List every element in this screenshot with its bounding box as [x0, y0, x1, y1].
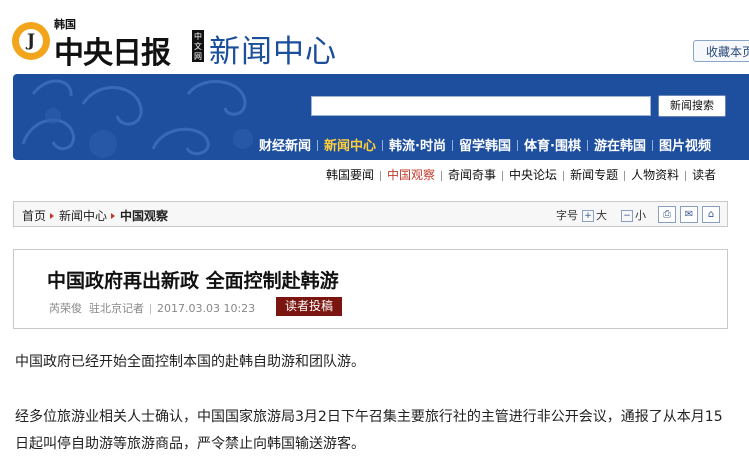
- site-logo[interactable]: J 韩国 中央日报 中文网 新闻中心: [12, 18, 352, 71]
- logo-cn-tag: 中文网: [192, 30, 204, 62]
- bookmark-button[interactable]: 收藏本页: [693, 40, 749, 62]
- breadcrumb-current[interactable]: 中国观察: [120, 209, 168, 223]
- article-datetime: 2017.03.03 10:23: [157, 302, 256, 315]
- logo-wordmark: 中央日报: [54, 36, 171, 71]
- minus-icon[interactable]: −: [621, 210, 633, 222]
- search-input[interactable]: [311, 96, 651, 116]
- header-banner: 新闻搜索 财经新闻 新闻中心 韩流·时尚 留学韩国 体育·围棋 游在韩国 图片视频: [13, 74, 749, 160]
- subnav-item-china-watch[interactable]: 中国观察: [381, 166, 441, 183]
- breadcrumb-news-center[interactable]: 新闻中心: [59, 209, 107, 223]
- font-large-button[interactable]: 大: [596, 209, 607, 222]
- reader-submission-button[interactable]: 读者投稿: [276, 297, 342, 316]
- logo-letter: J: [19, 29, 43, 53]
- article-header: 中国政府再出新政 全面控制赴韩游 芮荣俊 驻北京记者 2017.03.03 10:…: [13, 249, 728, 329]
- cloud-pattern-icon: [21, 79, 253, 158]
- nav-item-news-center[interactable]: 新闻中心: [318, 135, 382, 154]
- news-search-button[interactable]: 新闻搜索: [658, 95, 726, 117]
- logo-badge-icon: J: [12, 22, 50, 60]
- breadcrumb-bar: 首页 新闻中心 中国观察 字号 + 大 − 小 ⎙ ✉ ⌂: [13, 201, 728, 227]
- breadcrumb-arrow-icon: [50, 213, 55, 219]
- subnav-item-profiles[interactable]: 人物资料: [625, 166, 685, 183]
- font-small-button[interactable]: 小: [635, 209, 646, 222]
- email-icon[interactable]: ✉: [680, 206, 698, 223]
- nav-item-photo-video[interactable]: 图片视频: [653, 135, 717, 154]
- section-title: 新闻中心: [209, 34, 337, 70]
- print-icon[interactable]: ⎙: [658, 206, 676, 223]
- home-icon[interactable]: ⌂: [702, 206, 720, 223]
- breadcrumb: 首页 新闻中心 中国观察: [22, 207, 168, 224]
- article-title: 中国政府再出新政 全面控制赴韩游: [47, 270, 339, 292]
- nav-item-sports[interactable]: 体育·围棋: [518, 135, 587, 154]
- article-paragraph: 经多位旅游业相关人士确认，中国国家旅游局3月2日下午召集主要旅行社的主管进行非公…: [15, 409, 723, 452]
- meta-divider: [150, 304, 151, 314]
- breadcrumb-arrow-icon: [111, 213, 116, 219]
- subnav-item-forum[interactable]: 中央论坛: [503, 166, 563, 183]
- nav-item-finance[interactable]: 财经新闻: [253, 135, 317, 154]
- plus-icon[interactable]: +: [582, 210, 594, 222]
- font-size-label: 字号: [556, 209, 578, 222]
- author-name: 芮荣俊: [49, 302, 82, 315]
- font-size-control: 字号 + 大 − 小: [556, 207, 646, 223]
- subnav-item-readers[interactable]: 读者: [686, 166, 722, 183]
- article-meta: 芮荣俊 驻北京记者 2017.03.03 10:23: [49, 300, 255, 316]
- nav-item-hallyu[interactable]: 韩流·时尚: [383, 135, 452, 154]
- subnav-item-korea-news[interactable]: 韩国要闻: [320, 166, 380, 183]
- subnav-item-oddities[interactable]: 奇闻奇事: [442, 166, 502, 183]
- sub-nav: 韩国要闻 中国观察 奇闻奇事 中央论坛 新闻专题 人物资料 读者: [320, 166, 722, 183]
- nav-item-study[interactable]: 留学韩国: [453, 135, 517, 154]
- article-paragraph: 中国政府已经开始全面控制本国的赴韩自助游和团队游。: [15, 354, 365, 370]
- breadcrumb-home[interactable]: 首页: [22, 209, 46, 223]
- author-role: 驻北京记者: [89, 302, 144, 315]
- subnav-item-topics[interactable]: 新闻专题: [564, 166, 624, 183]
- nav-item-travel[interactable]: 游在韩国: [588, 135, 652, 154]
- main-nav: 财经新闻 新闻中心 韩流·时尚 留学韩国 体育·围棋 游在韩国 图片视频: [253, 135, 717, 154]
